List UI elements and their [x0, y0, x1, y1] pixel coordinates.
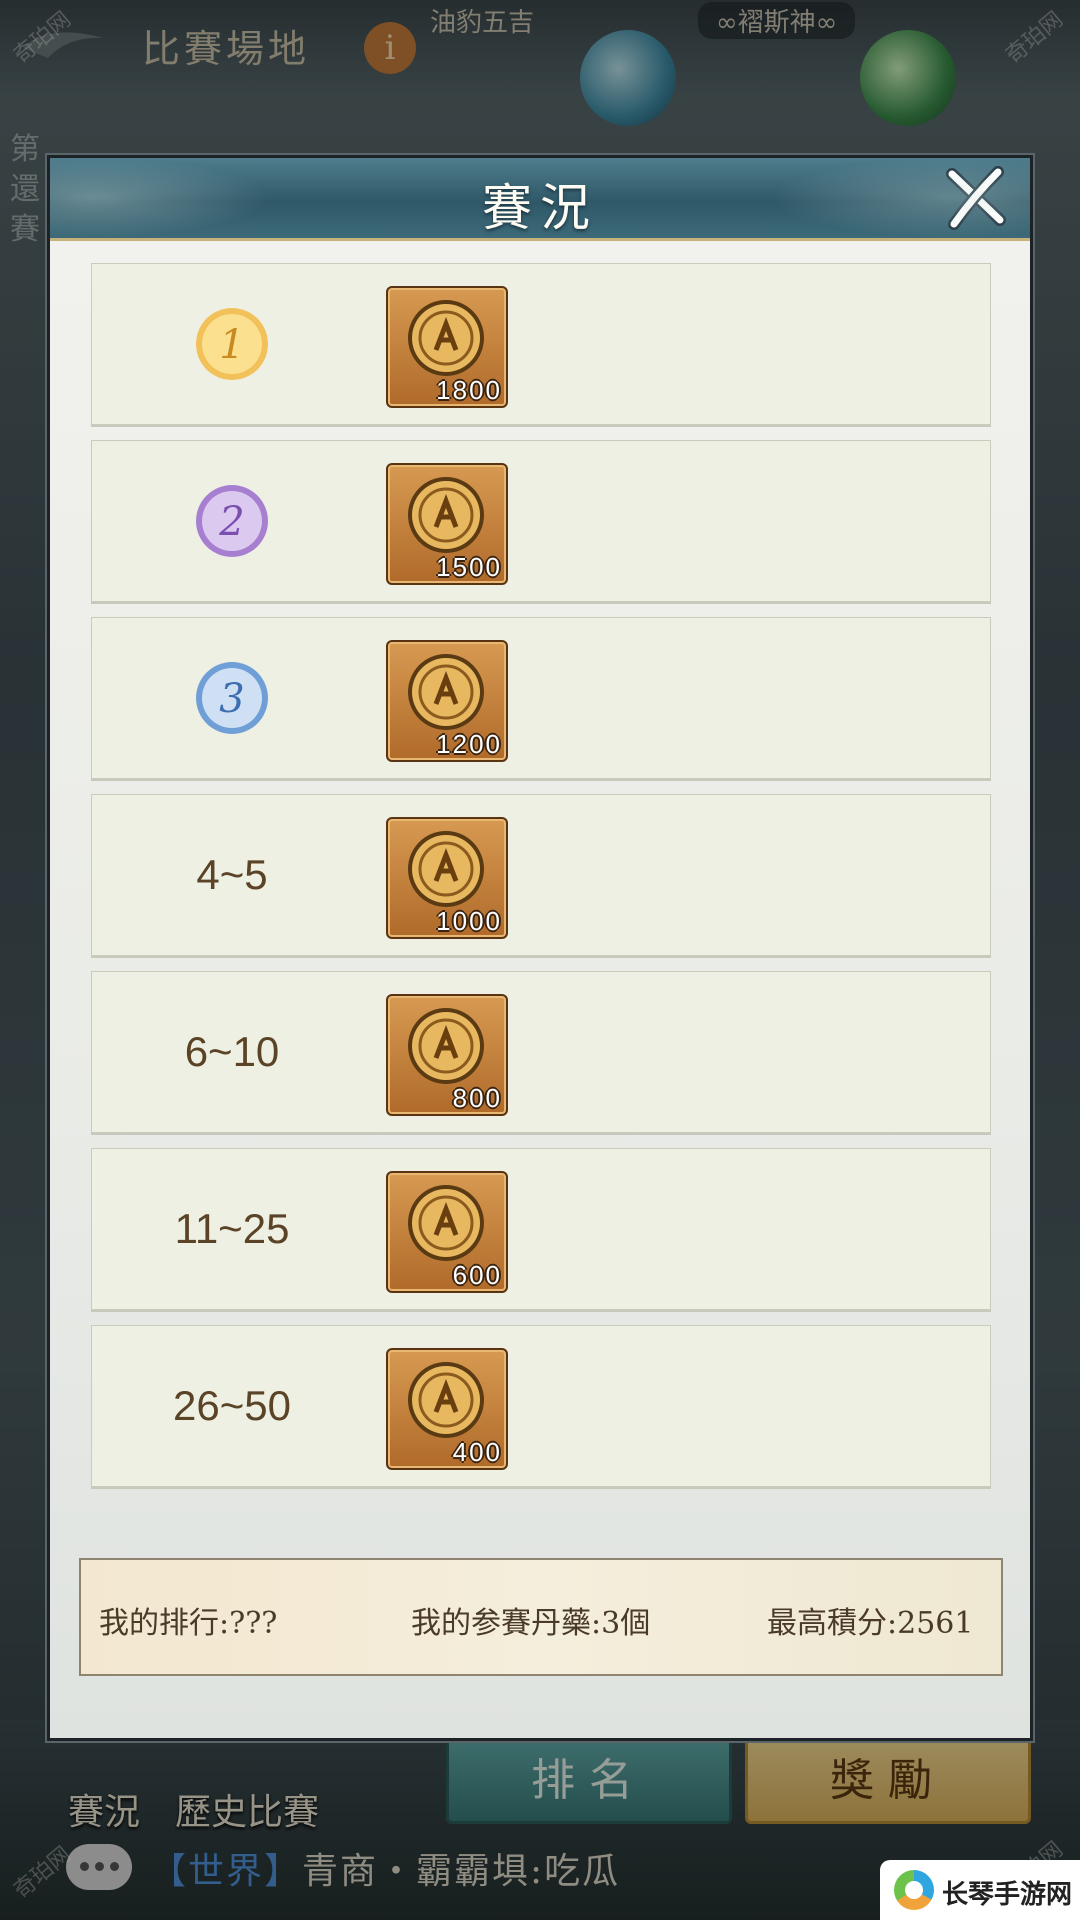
coin-icon	[408, 1362, 484, 1438]
coin-quantity: 800	[452, 1083, 502, 1113]
purple-medal-icon: 2	[196, 485, 268, 557]
rank-cell: 26~50	[132, 1326, 332, 1486]
reward-list: 1 1800 2 1500 3 1200 4~5 1000 6~10 800 1…	[91, 263, 991, 1502]
reward-row: 2 1500	[91, 440, 991, 602]
coin-reward-item[interactable]: 1500	[386, 463, 508, 585]
coin-quantity: 600	[452, 1260, 502, 1290]
coin-icon	[408, 1185, 484, 1261]
logo-text: 长琴手游网	[942, 1880, 1073, 1910]
svg-text:2: 2	[218, 499, 244, 545]
rank-range: 6~10	[184, 1028, 280, 1075]
coin-reward-item[interactable]: 1800	[386, 286, 508, 408]
dialog-header: 賽況	[50, 158, 1030, 241]
coin-icon	[408, 300, 484, 376]
gold-medal-icon: 1	[196, 308, 268, 380]
rank-cell: 4~5	[132, 795, 332, 955]
coin-reward-item[interactable]: 600	[386, 1171, 508, 1293]
coin-icon	[408, 477, 484, 553]
coin-icon	[408, 831, 484, 907]
rank-range: 4~5	[196, 851, 268, 898]
reward-row: 11~25 600	[91, 1148, 991, 1310]
rank-cell: 3	[132, 618, 332, 778]
reward-row: 3 1200	[91, 617, 991, 779]
reward-row: 4~5 1000	[91, 794, 991, 956]
my-pills: 我的参賽丹藥:3個	[411, 1606, 651, 1641]
reward-row: 26~50 400	[91, 1325, 991, 1487]
rank-cell: 1	[132, 264, 332, 424]
high-score: 最高積分:2561	[767, 1606, 974, 1641]
rank-range: 11~25	[174, 1205, 290, 1252]
logo-icon	[894, 1870, 934, 1910]
coin-reward-item[interactable]: 1000	[386, 817, 508, 939]
reward-row: 6~10 800	[91, 971, 991, 1133]
coin-reward-item[interactable]: 1200	[386, 640, 508, 762]
coin-reward-item[interactable]: 400	[386, 1348, 508, 1470]
svg-text:1: 1	[219, 322, 244, 368]
dialog-title: 賽況	[482, 179, 598, 237]
coin-icon	[408, 654, 484, 730]
coin-quantity: 400	[452, 1437, 502, 1467]
svg-text:3: 3	[219, 676, 244, 722]
coin-quantity: 1200	[436, 729, 502, 759]
coin-quantity: 1000	[436, 906, 502, 936]
coin-quantity: 1500	[436, 552, 502, 582]
rank-cell: 11~25	[132, 1149, 332, 1309]
close-icon[interactable]	[944, 166, 1008, 230]
coin-reward-item[interactable]: 800	[386, 994, 508, 1116]
blue-medal-icon: 3	[196, 662, 268, 734]
match-status-dialog: 賽況 1 1800 2 1500 3 1200 4~5 1000 6~10 80…	[47, 155, 1033, 1741]
rank-range: 26~50	[173, 1382, 291, 1429]
my-rank: 我的排行:???	[99, 1606, 278, 1641]
rank-cell: 2	[132, 441, 332, 601]
site-logo: 长琴手游网	[880, 1860, 1080, 1920]
rank-cell: 6~10	[132, 972, 332, 1132]
reward-row: 1 1800	[91, 263, 991, 425]
coin-quantity: 1800	[436, 375, 502, 405]
player-stats-panel: 我的排行:??? 我的参賽丹藥:3個 最高積分:2561	[79, 1558, 1003, 1676]
coin-icon	[408, 1008, 484, 1084]
